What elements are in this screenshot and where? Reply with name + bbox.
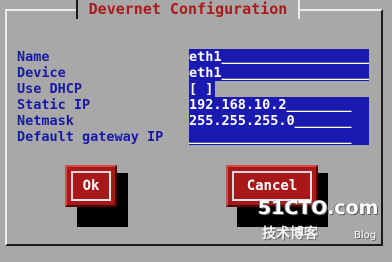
- ok-button-label: Ok: [82, 178, 100, 194]
- netmask-field[interactable]: 255.255.255.0_______: [189, 113, 369, 129]
- name-field[interactable]: eth1____________________: [189, 49, 369, 65]
- form-row-netmask: Netmask 255.255.255.0_______: [17, 113, 377, 129]
- device-label: Device: [17, 65, 66, 81]
- form-row-use-dhcp: Use DHCP [ ]: [17, 81, 377, 97]
- form-row-static-ip: Static IP 192.168.10.2________: [17, 97, 377, 113]
- netmask-label: Netmask: [17, 113, 74, 129]
- gateway-label: Default gateway IP: [17, 129, 164, 145]
- name-label: Name: [17, 49, 50, 65]
- use-dhcp-checkbox[interactable]: [ ]: [189, 81, 215, 97]
- dialog-title: Devernet Configuration: [76, 0, 300, 19]
- ok-button[interactable]: Ok: [65, 165, 117, 207]
- use-dhcp-label: Use DHCP: [17, 81, 83, 97]
- gateway-field[interactable]: ____________________: [189, 129, 369, 145]
- static-ip-label: Static IP: [17, 97, 91, 113]
- static-ip-field[interactable]: 192.168.10.2________: [189, 97, 369, 113]
- form-row-gateway: Default gateway IP ____________________: [17, 129, 377, 145]
- form-row-device: Device eth1____________________: [17, 65, 377, 81]
- watermark-caption: 技术博客: [262, 226, 318, 242]
- watermark-blog: Blog: [354, 230, 377, 241]
- form-row-name: Name eth1____________________: [17, 49, 377, 65]
- device-field[interactable]: eth1____________________: [189, 65, 369, 81]
- cancel-button-label: Cancel: [246, 178, 298, 194]
- watermark: 51CTO.com 技术博客 Blog: [258, 197, 388, 257]
- watermark-site: 51CTO.com: [258, 197, 379, 219]
